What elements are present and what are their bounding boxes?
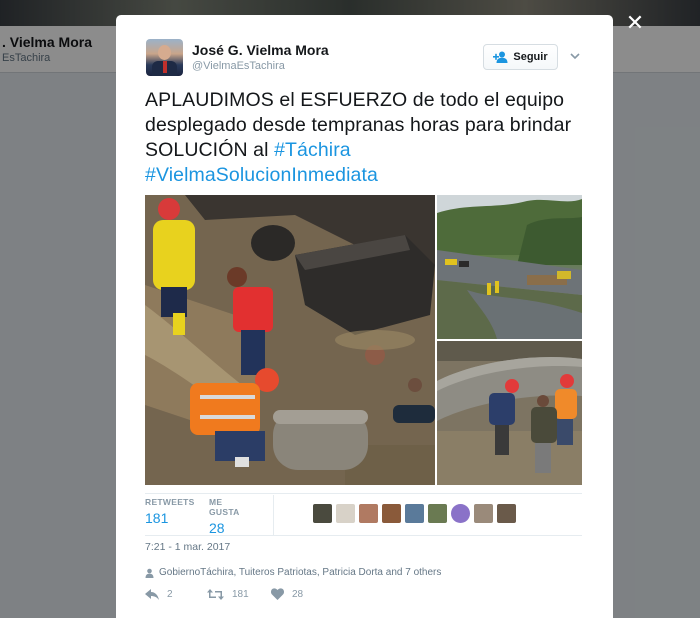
follow-user-icon bbox=[493, 51, 508, 63]
liker-avatar[interactable] bbox=[313, 504, 332, 523]
liker-avatar[interactable] bbox=[359, 504, 378, 523]
reply-button[interactable]: 2 bbox=[145, 588, 207, 600]
liker-avatar[interactable] bbox=[382, 504, 401, 523]
follow-button[interactable]: Seguir bbox=[483, 44, 558, 70]
photo-workers-pipe bbox=[145, 195, 435, 485]
liker-avatar[interactable] bbox=[474, 504, 493, 523]
author-name[interactable]: José G. Vielma Mora bbox=[192, 42, 329, 58]
chevron-down-icon[interactable] bbox=[568, 49, 582, 63]
liker-avatar[interactable] bbox=[336, 504, 355, 523]
retweet-button[interactable]: 181 bbox=[207, 588, 271, 600]
retweet-count: 181 bbox=[232, 588, 249, 600]
tweet-text: APLAUDIMOS el ESFUERZO de todo el equipo… bbox=[145, 88, 590, 188]
author-handle[interactable]: @VielmaEsTachira bbox=[192, 60, 285, 72]
retweeted-by-text[interactable]: GobiernoTáchira, Tuiteros Patriotas, Pat… bbox=[159, 567, 441, 578]
hashtag-tachira[interactable]: #Táchira bbox=[274, 139, 351, 161]
like-button[interactable]: 28 bbox=[271, 588, 303, 600]
liker-avatar[interactable] bbox=[428, 504, 447, 523]
follow-label: Seguir bbox=[513, 51, 548, 63]
liker-avatar[interactable] bbox=[451, 504, 470, 523]
tweet-photo-road[interactable] bbox=[437, 195, 582, 339]
retweet-icon bbox=[207, 588, 224, 600]
retweet-small-icon bbox=[145, 568, 154, 578]
divider bbox=[145, 535, 582, 536]
liker-avatar[interactable] bbox=[497, 504, 516, 523]
tweet-text-body: APLAUDIMOS el ESFUERZO de todo el equipo… bbox=[145, 89, 572, 161]
photo-pipe-workers bbox=[437, 341, 582, 485]
tweet-timestamp[interactable]: 7:21 - 1 mar. 2017 bbox=[145, 541, 230, 553]
retweets-count[interactable]: 181 bbox=[145, 510, 195, 526]
stats-separator bbox=[273, 495, 274, 535]
tweet-photo-pipe[interactable] bbox=[437, 341, 582, 485]
likes-count[interactable]: 28 bbox=[209, 520, 240, 536]
likes-label: ME GUSTA bbox=[209, 497, 240, 517]
retweets-stat[interactable]: RETWEETS 181 bbox=[145, 497, 195, 526]
tweet-actions: 2 181 28 bbox=[145, 586, 303, 602]
liker-avatars bbox=[313, 504, 516, 523]
liker-avatar[interactable] bbox=[405, 504, 424, 523]
tweet-modal: José G. Vielma Mora @VielmaEsTachira Seg… bbox=[116, 15, 613, 618]
reply-count: 2 bbox=[167, 588, 173, 600]
photo-road-flood bbox=[437, 195, 582, 339]
close-icon[interactable]: ✕ bbox=[622, 10, 648, 36]
heart-icon bbox=[271, 588, 284, 600]
retweets-label: RETWEETS bbox=[145, 497, 195, 507]
divider bbox=[145, 493, 582, 494]
tweet-photo-main[interactable] bbox=[145, 195, 435, 485]
avatar[interactable] bbox=[146, 39, 183, 76]
hashtag-vielma-solucion[interactable]: #VielmaSolucionInmediata bbox=[145, 164, 378, 186]
reply-icon bbox=[145, 588, 159, 600]
like-count: 28 bbox=[292, 588, 304, 600]
retweeted-by: GobiernoTáchira, Tuiteros Patriotas, Pat… bbox=[145, 567, 441, 578]
likes-stat[interactable]: ME GUSTA 28 bbox=[209, 497, 240, 536]
